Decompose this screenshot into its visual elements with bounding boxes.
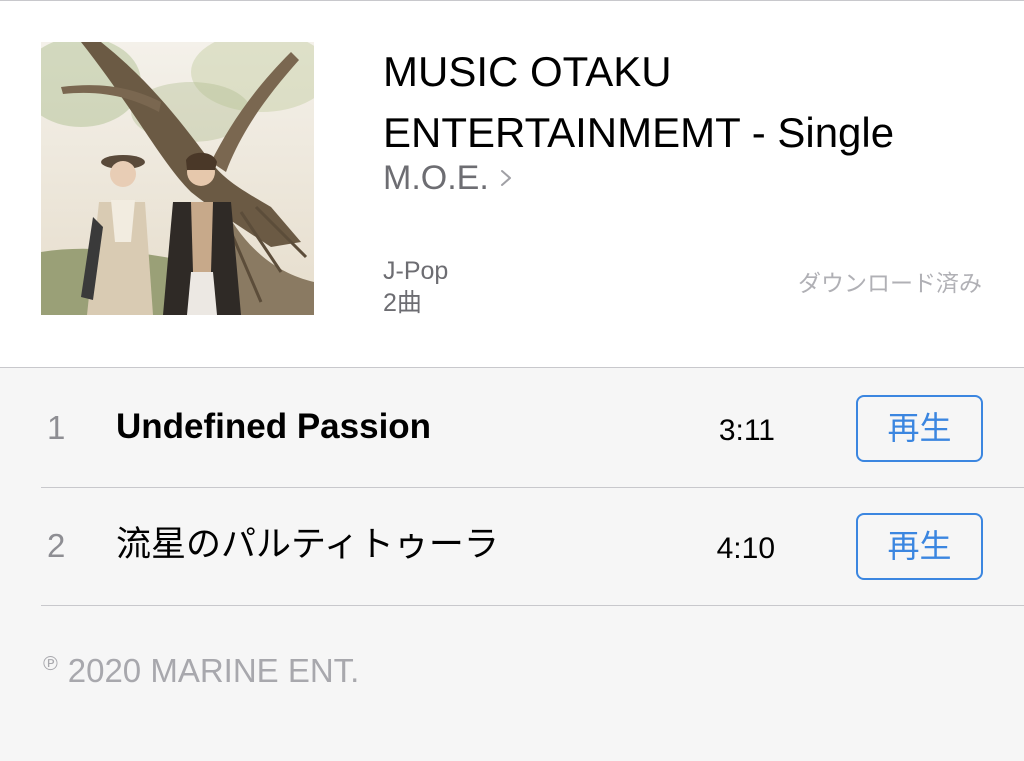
album-title-line-1: MUSIC OTAKU (383, 48, 672, 95)
track-list: 1 Undefined Passion 3:11 再生 2 流星のパルティトゥー… (0, 367, 1024, 761)
track-row[interactable]: 1 Undefined Passion 3:11 再生 (0, 368, 1024, 486)
album-track-count: 2曲 (383, 289, 422, 317)
album-genre: J-Pop (383, 257, 449, 285)
track-title: 流星のパルティトゥーラ (116, 525, 499, 564)
artist-name: M.O.E. (383, 159, 489, 197)
track-duration: 3:11 (718, 414, 775, 447)
copyright-notice: ℗ 2020 MARINE ENT. (43, 644, 359, 691)
play-button[interactable]: 再生 (856, 513, 983, 580)
play-button[interactable]: 再生 (856, 395, 983, 462)
track-duration: 4:10 (716, 532, 775, 565)
copyright-text: 2020 MARINE ENT. (67, 652, 360, 689)
download-status: ダウンロード済み (798, 270, 982, 296)
row-divider (41, 605, 1024, 606)
track-row[interactable]: 2 流星のパルティトゥーラ 4:10 再生 (0, 486, 1024, 604)
artist-link[interactable]: M.O.E. (383, 157, 513, 199)
track-number: 2 (47, 527, 66, 564)
album-artwork (41, 42, 314, 315)
album-title: MUSIC OTAKU ENTERTAINMEMT - Single (383, 41, 1003, 163)
track-title: Undefined Passion (116, 407, 432, 446)
album-header: MUSIC OTAKU ENTERTAINMEMT - Single M.O.E… (0, 1, 1024, 367)
track-number: 1 (47, 409, 66, 446)
album-page: MUSIC OTAKU ENTERTAINMEMT - Single M.O.E… (0, 0, 1024, 761)
album-title-line-2: ENTERTAINMEMT - Single (383, 109, 895, 156)
chevron-right-icon (500, 170, 511, 186)
phonogram-mark: ℗ (43, 653, 58, 675)
